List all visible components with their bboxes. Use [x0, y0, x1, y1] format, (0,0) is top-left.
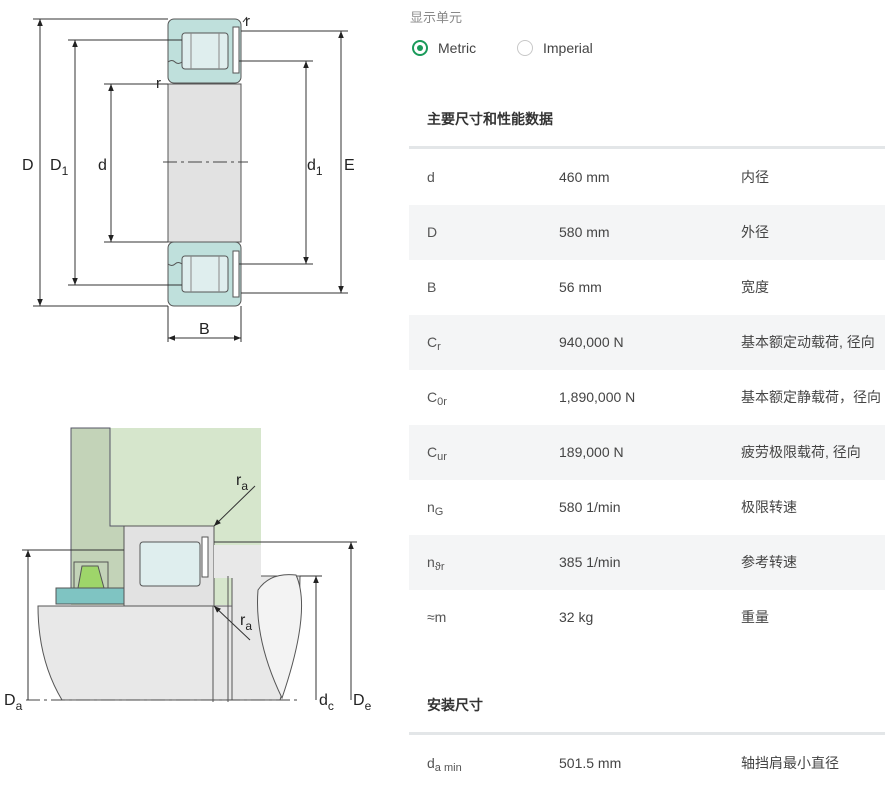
row-symbol: Cr — [427, 334, 441, 353]
units-title: 显示单元 — [410, 10, 463, 25]
row-value: 56 mm — [559, 279, 602, 295]
row-description: 内径 — [741, 169, 769, 185]
table-row: da min 501.5 mm 轴挡肩最小直径 — [409, 736, 885, 791]
radio-imperial[interactable]: Imperial — [517, 38, 593, 58]
main-section-title: 主要尺寸和性能数据 — [427, 111, 553, 127]
table-row: Cur 189,000 N 疲劳极限载荷, 径向 — [409, 425, 885, 480]
row-value: 32 kg — [559, 609, 594, 625]
row-symbol: B — [427, 279, 437, 295]
label-dc: dc — [319, 692, 334, 713]
data-panel: 显示单元 Metric Imperial 主要尺寸和性能数据 d 460 mm 内径… — [409, 0, 885, 780]
row-description: 基本额定动载荷, 径向 — [741, 334, 875, 350]
table-row: ≈m 32 kg 重量 — [409, 590, 885, 645]
radio-metric-label: Metric — [438, 40, 477, 56]
label-Da: Da — [4, 692, 23, 713]
row-description: 外径 — [741, 224, 769, 240]
label-d: d — [98, 157, 107, 174]
row-value: 580 1/min — [559, 499, 621, 515]
mount-section-title: 安装尺寸 — [427, 697, 483, 713]
radio-unchecked-icon — [517, 40, 533, 56]
label-B: B — [199, 321, 210, 338]
section-divider — [409, 146, 885, 149]
label-r-mid: r — [156, 75, 161, 92]
label-d1: d1 — [307, 157, 323, 178]
row-symbol: da min — [427, 755, 462, 774]
radio-imperial-label: Imperial — [543, 40, 593, 56]
row-symbol: C0r — [427, 389, 447, 408]
row-symbol: ≈m — [427, 609, 447, 625]
radio-metric[interactable]: Metric — [412, 38, 476, 58]
label-De: De — [353, 692, 372, 713]
table-row: Cr 940,000 N 基本额定动载荷, 径向 — [409, 315, 885, 370]
table-row: d 460 mm 内径 — [409, 150, 885, 205]
mounting-dimensions-table: da min 501.5 mm 轴挡肩最小直径 — [409, 736, 885, 791]
row-symbol: nϑr — [427, 554, 445, 573]
row-symbol: nG — [427, 499, 444, 518]
row-symbol: D — [427, 224, 438, 240]
row-value: 580 mm — [559, 224, 610, 240]
row-value: 501.5 mm — [559, 755, 622, 771]
row-value: 460 mm — [559, 169, 610, 185]
table-row: nG 580 1/min 极限转速 — [409, 480, 885, 535]
table-row: nϑr 385 1/min 参考转速 — [409, 535, 885, 590]
row-description: 参考转速 — [741, 554, 797, 570]
row-value: 189,000 N — [559, 444, 624, 460]
row-description: 基本额定静载荷，径向 — [741, 389, 881, 405]
main-dimensions-table: d 460 mm 内径 D 580 mm 外径 B 56 mm 宽度 Cr 940,000 N 基本额… — [409, 150, 885, 645]
label-E: E — [344, 157, 355, 174]
row-value: 385 1/min — [559, 554, 621, 570]
row-description: 宽度 — [741, 279, 769, 295]
label-r-top: r — [245, 13, 250, 30]
row-symbol: Cur — [427, 444, 447, 463]
row-description: 轴挡肩最小直径 — [741, 755, 839, 771]
row-value: 940,000 N — [559, 334, 624, 350]
section-divider — [409, 732, 885, 735]
bearing-cross-section: D D1 d d1 E B r r — [22, 13, 355, 342]
mounting-drawing: ra ra Da dc De — [4, 427, 372, 713]
row-description: 极限转速 — [741, 499, 797, 515]
label-D: D — [22, 157, 34, 174]
radio-checked-icon — [412, 40, 428, 56]
row-value: 1,890,000 N — [559, 389, 636, 405]
table-row: C0r 1,890,000 N 基本额定静载荷，径向 — [409, 370, 885, 425]
label-D1: D1 — [50, 157, 69, 178]
row-description: 重量 — [741, 609, 769, 625]
row-symbol: d — [427, 169, 435, 185]
row-description: 疲劳极限载荷, 径向 — [741, 444, 861, 460]
table-row: D 580 mm 外径 — [409, 205, 885, 260]
table-row: B 56 mm 宽度 — [409, 260, 885, 315]
bearing-drawings: D D1 d d1 E B r r ra ra Da dc De — [4, 13, 372, 713]
